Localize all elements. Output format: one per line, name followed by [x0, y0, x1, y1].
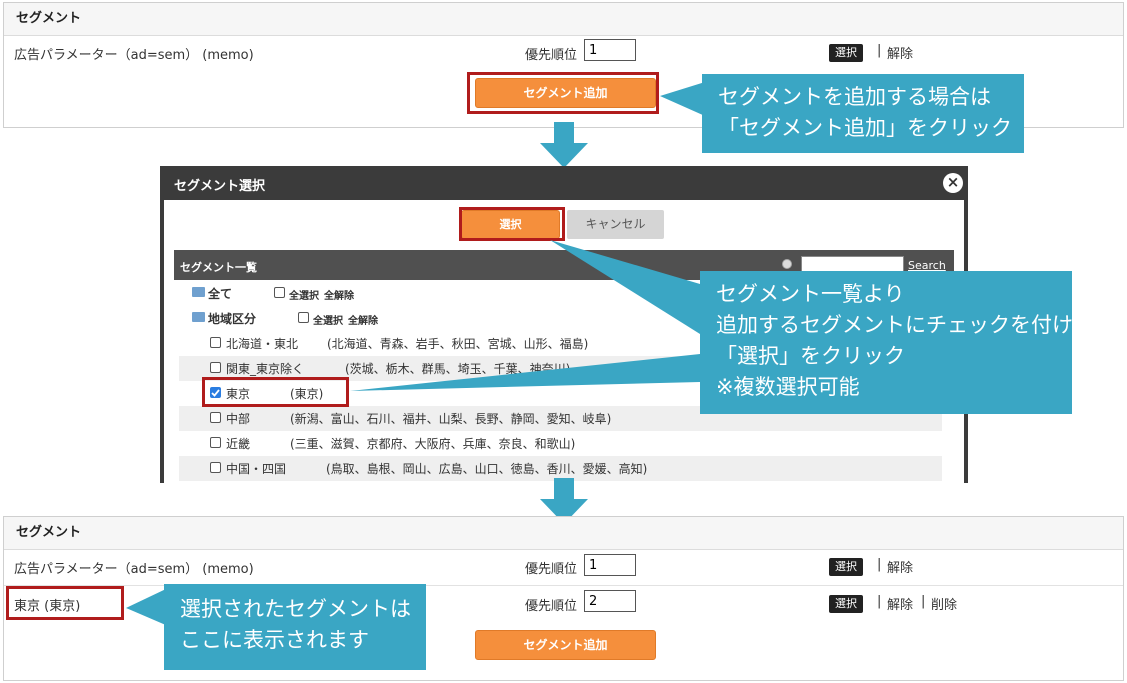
panel-title: セグメント	[4, 3, 1123, 36]
callout1-pointer	[660, 82, 705, 116]
row-label: 広告パラメーター（ad=sem） (memo)	[14, 48, 254, 63]
priority-label: 優先順位	[525, 562, 578, 577]
list-item-label: 中部	[226, 412, 251, 426]
callout-list-instruction: セグメント一覧より 追加するセグメントにチェックを付け 「選択」をクリック ※複…	[700, 271, 1073, 414]
checkbox-icon[interactable]	[274, 287, 285, 298]
modal-cancel-button[interactable]: キャンセル	[567, 210, 664, 239]
folder-icon	[192, 312, 205, 322]
list-item-detail: (鳥取、島根、岡山、広島、山口、徳島、香川、愛媛、高知)	[326, 462, 648, 476]
down-arrow-icon	[540, 122, 588, 168]
list-title: セグメント一覧	[180, 261, 257, 274]
priority-label: 優先順位	[525, 48, 578, 63]
list-item-label: 中国・四国	[226, 462, 287, 476]
release-link[interactable]: 解除	[887, 557, 913, 576]
release-link[interactable]: 解除	[887, 594, 913, 613]
checkbox-icon[interactable]	[210, 462, 221, 473]
callout1-line1: セグメントを追加する場合は	[718, 85, 991, 109]
close-icon[interactable]: ×	[943, 173, 963, 193]
modal-title: セグメント選択	[174, 179, 266, 194]
callout2-line2: 追加するセグメントにチェックを付け	[716, 313, 1073, 337]
priority-input[interactable]	[584, 554, 636, 576]
list-item-label: 近畿	[226, 437, 251, 451]
callout2-line4: ※複数選択可能	[716, 375, 860, 399]
checkbox-icon[interactable]	[210, 412, 221, 423]
callout3-line1: 選択されたセグメントは	[180, 597, 411, 621]
callout-add-instruction: セグメントを追加する場合は 「セグメント追加」をクリック	[702, 74, 1024, 153]
tree-label: 地域区分	[208, 312, 257, 326]
add-segment-button[interactable]: セグメント追加	[475, 630, 656, 660]
checkbox-icon[interactable]	[210, 437, 221, 448]
panel-title: セグメント	[4, 517, 1123, 550]
list-item-kinki[interactable]: 近畿 (三重、滋賀、京都府、大阪府、兵庫、奈良、和歌山)	[179, 431, 942, 456]
callout1-line2: 「セグメント追加」をクリック	[718, 116, 1012, 140]
row1-label: 広告パラメーター（ad=sem） (memo)	[14, 562, 254, 577]
select-all-link[interactable]: 全選択	[289, 287, 319, 302]
select-button[interactable]: 選択	[829, 595, 863, 613]
priority-input[interactable]	[584, 39, 636, 61]
callout2-line3: 「選択」をクリック	[716, 344, 905, 368]
list-item-detail: (三重、滋賀、京都府、大阪府、兵庫、奈良、和歌山)	[290, 437, 576, 451]
separator: |	[877, 557, 882, 572]
callout2-line1: セグメント一覧より	[716, 282, 905, 306]
search-radio-icon	[782, 259, 792, 269]
checkbox-icon[interactable]	[210, 337, 221, 348]
tree-label: 全て	[208, 287, 233, 301]
search-input[interactable]	[801, 256, 904, 272]
select-button[interactable]: 選択	[829, 558, 863, 576]
delete-link[interactable]: 削除	[931, 594, 957, 613]
priority-label: 優先順位	[525, 599, 578, 614]
callout3-line2: ここに表示されます	[180, 628, 369, 652]
callout-result-instruction: 選択されたセグメントは ここに表示されます	[164, 584, 426, 670]
priority-input[interactable]	[584, 590, 636, 612]
select-button[interactable]: 選択	[829, 44, 863, 62]
select-all-link[interactable]: 全選択	[313, 312, 343, 327]
list-item-detail: (新潟、富山、石川、福井、山梨、長野、静岡、愛知、岐阜)	[290, 412, 612, 426]
tokyo-checkbox-highlight	[202, 377, 349, 407]
list-item-label: 関東_東京除く	[226, 362, 305, 376]
separator: |	[877, 43, 882, 58]
checkbox-icon[interactable]	[210, 362, 221, 373]
add-button-highlight	[467, 72, 659, 114]
callout3-pointer	[126, 588, 168, 626]
separator: |	[877, 594, 882, 609]
folder-icon	[192, 287, 205, 297]
checkbox-icon[interactable]	[298, 312, 309, 323]
release-link[interactable]: 解除	[887, 43, 913, 62]
callout2-pointers	[350, 240, 700, 391]
separator: |	[921, 594, 926, 609]
new-segment-highlight	[6, 586, 124, 620]
list-item-label: 北海道・東北	[226, 337, 299, 351]
